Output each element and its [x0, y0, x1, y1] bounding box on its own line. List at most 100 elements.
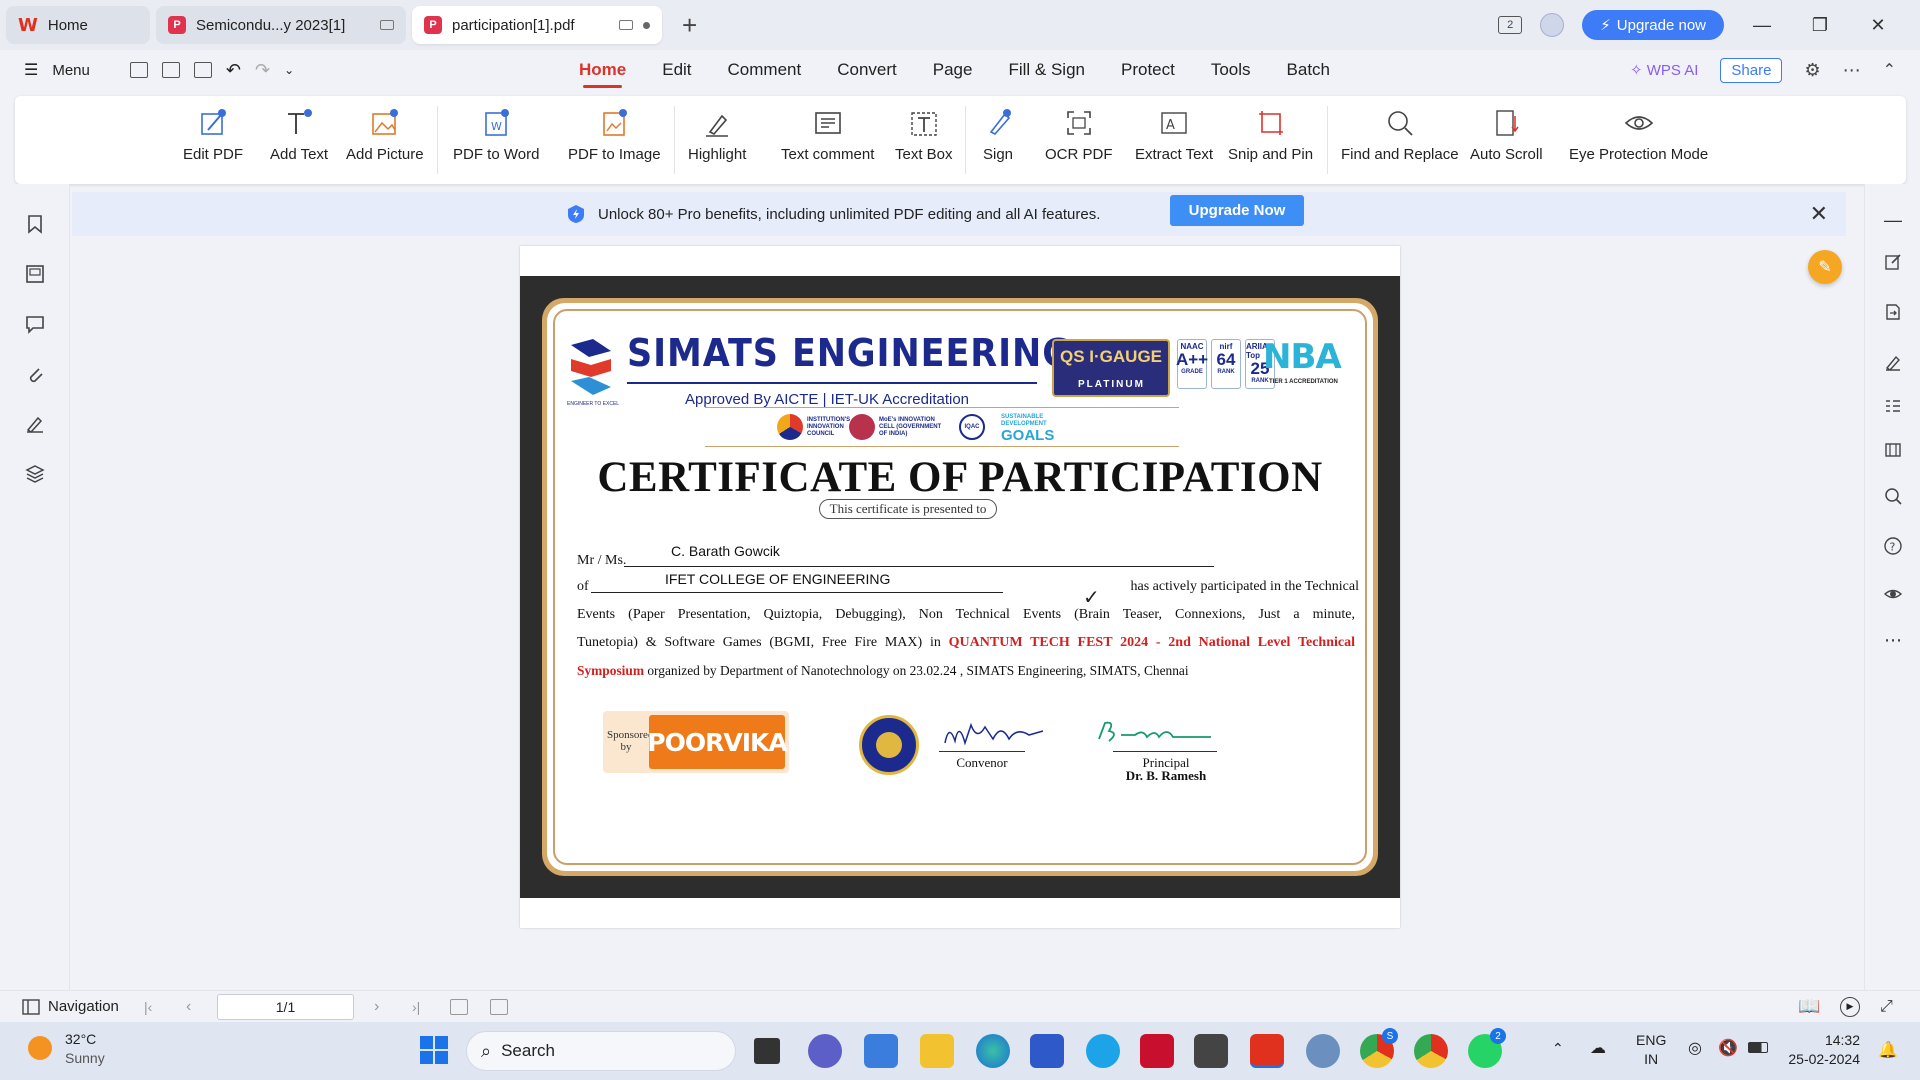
search-side-icon[interactable] — [1881, 484, 1905, 508]
minimize-button[interactable]: — — [1742, 15, 1782, 36]
battery-icon[interactable] — [1748, 1042, 1768, 1053]
find-replace-button[interactable]: Find and Replace — [1341, 106, 1459, 163]
tab-fill-sign[interactable]: Fill & Sign — [990, 50, 1103, 90]
wps-office-taskbar-icon[interactable] — [1250, 1034, 1284, 1068]
add-text-button[interactable]: Add Text — [270, 106, 328, 163]
hamburger-icon[interactable]: ☰ — [24, 60, 38, 80]
forward-view-icon[interactable] — [490, 998, 508, 1015]
tab-comment[interactable]: Comment — [710, 50, 820, 90]
ocr-pdf-button[interactable]: OCR PDF — [1045, 106, 1113, 163]
tab-semiconductor[interactable]: P Semicondu...y 2023[1] — [156, 6, 406, 44]
snip-and-pin-button[interactable]: Snip and Pin — [1228, 106, 1313, 163]
new-tab-button[interactable]: + — [682, 10, 697, 41]
highlight-button[interactable]: Highlight — [688, 106, 746, 163]
sign-button[interactable]: Sign — [981, 106, 1015, 163]
collapse-ribbon-icon[interactable]: ⌃ — [1883, 60, 1896, 80]
edit-note-icon[interactable] — [1881, 250, 1905, 274]
comment-icon[interactable] — [23, 312, 47, 336]
teams-icon[interactable] — [808, 1034, 842, 1068]
chrome-icon[interactable]: S — [1360, 1028, 1398, 1068]
window-count-icon[interactable]: 2 — [1498, 16, 1523, 34]
last-page-icon[interactable]: ›| — [412, 999, 420, 1015]
clock[interactable]: 14:32 25-02-2024 — [1788, 1031, 1860, 1069]
extract-text-button[interactable]: A Extract Text — [1135, 106, 1213, 163]
next-page-icon[interactable]: › — [374, 998, 379, 1016]
auto-scroll-button[interactable]: Auto Scroll — [1470, 106, 1543, 163]
save-icon[interactable] — [161, 62, 180, 78]
edit-pdf-button[interactable]: Edit PDF — [183, 106, 243, 163]
tab-convert[interactable]: Convert — [819, 50, 915, 90]
github-icon[interactable] — [1194, 1034, 1228, 1068]
tab-page[interactable]: Page — [915, 50, 991, 90]
unsaved-dot-icon[interactable] — [643, 21, 650, 29]
edit-floating-button[interactable]: ✎ — [1808, 250, 1842, 284]
sun-icon[interactable] — [28, 1036, 52, 1060]
navigation-toggle[interactable]: Navigation — [22, 998, 119, 1015]
restore-button[interactable]: ❐ — [1800, 15, 1840, 36]
close-banner-icon[interactable]: ✕ — [1810, 201, 1828, 227]
text-comment-button[interactable]: Text comment — [781, 106, 874, 163]
layers-icon[interactable] — [23, 462, 47, 486]
tab-home-menu[interactable]: Home — [561, 50, 644, 90]
help-icon[interactable]: ? — [1881, 534, 1905, 558]
volume-muted-icon[interactable]: 🔇 — [1718, 1038, 1738, 1058]
undo-icon[interactable]: ↶ — [226, 60, 241, 81]
sign-side-icon[interactable] — [1881, 350, 1905, 374]
play-icon[interactable]: ▶ — [1840, 996, 1860, 1017]
read-mode-icon[interactable]: 📖 — [1798, 996, 1820, 1017]
add-picture-button[interactable]: Add Picture — [346, 106, 424, 163]
thumbnails-icon[interactable] — [23, 262, 47, 286]
windows-start-icon[interactable] — [420, 1036, 448, 1064]
pdf-to-image-button[interactable]: PDF to Image — [568, 106, 661, 163]
edge-icon[interactable] — [976, 1034, 1010, 1068]
avatar[interactable] — [1540, 13, 1565, 37]
redo-icon[interactable]: ↷ — [255, 60, 270, 81]
task-view-icon[interactable] — [754, 1038, 780, 1064]
document-convert-icon[interactable] — [1881, 300, 1905, 324]
notification-bell-icon[interactable]: 🔔 — [1878, 1040, 1898, 1060]
back-view-icon[interactable] — [450, 998, 468, 1015]
more-options-icon[interactable]: ⋯ — [1881, 628, 1905, 652]
browser-profile-icon[interactable] — [1306, 1034, 1340, 1068]
share-button[interactable]: Share — [1720, 57, 1783, 83]
eye-protection-button[interactable]: Eye Protection Mode — [1569, 106, 1708, 163]
chevron-down-icon[interactable]: ⌄ — [284, 63, 294, 77]
wps-ai-button[interactable]: ✧ WPS AI — [1630, 61, 1698, 79]
mcafee-icon[interactable] — [1140, 1034, 1174, 1068]
more-icon[interactable]: ⋯ — [1843, 60, 1861, 81]
chrome-profile-icon[interactable] — [1414, 1034, 1448, 1068]
tab-batch[interactable]: Batch — [1269, 50, 1348, 90]
tab-tools[interactable]: Tools — [1193, 50, 1269, 90]
page-number-input[interactable]: 1/1 — [217, 994, 354, 1020]
store-icon[interactable] — [1030, 1034, 1064, 1068]
settings-icon[interactable]: ⚙ — [1804, 60, 1820, 81]
myhp-icon[interactable] — [864, 1034, 898, 1068]
taskbar-search[interactable]: ⌕ Search — [466, 1031, 736, 1071]
attachment-icon[interactable] — [23, 362, 47, 386]
compare-icon[interactable] — [1881, 438, 1905, 462]
close-button[interactable]: ✕ — [1858, 15, 1898, 36]
onedrive-icon[interactable]: ☁ — [1590, 1038, 1606, 1058]
bookmark-icon[interactable] — [23, 212, 47, 236]
tab-home[interactable]: W Home — [6, 6, 150, 44]
weather-widget[interactable]: 32°C Sunny — [65, 1030, 105, 1068]
pdf-to-word-button[interactable]: W PDF to Word — [453, 106, 539, 163]
menu-button[interactable]: Menu — [52, 62, 90, 79]
language-indicator[interactable]: ENG IN — [1636, 1031, 1666, 1069]
minus-icon[interactable]: — — [1881, 208, 1905, 232]
signature-panel-icon[interactable] — [23, 412, 47, 436]
tray-chevron-icon[interactable]: ⌃ — [1552, 1040, 1564, 1057]
open-folder-icon[interactable] — [129, 62, 148, 78]
network-icon[interactable]: ◎ — [1688, 1038, 1702, 1058]
text-box-button[interactable]: Text Box — [895, 106, 953, 163]
print-icon[interactable] — [193, 62, 212, 78]
tab-protect[interactable]: Protect — [1103, 50, 1193, 90]
tab-participation[interactable]: P participation[1].pdf — [412, 6, 662, 44]
upgrade-now-banner-button[interactable]: Upgrade Now — [1170, 195, 1304, 226]
tips-icon[interactable] — [1086, 1034, 1120, 1068]
prev-page-icon[interactable]: ‹ — [186, 998, 191, 1016]
outline-icon[interactable] — [1881, 394, 1905, 418]
fullscreen-icon[interactable]: ⤢ — [1880, 998, 1893, 1016]
first-page-icon[interactable]: |‹ — [144, 999, 152, 1015]
file-explorer-icon[interactable] — [920, 1034, 954, 1068]
